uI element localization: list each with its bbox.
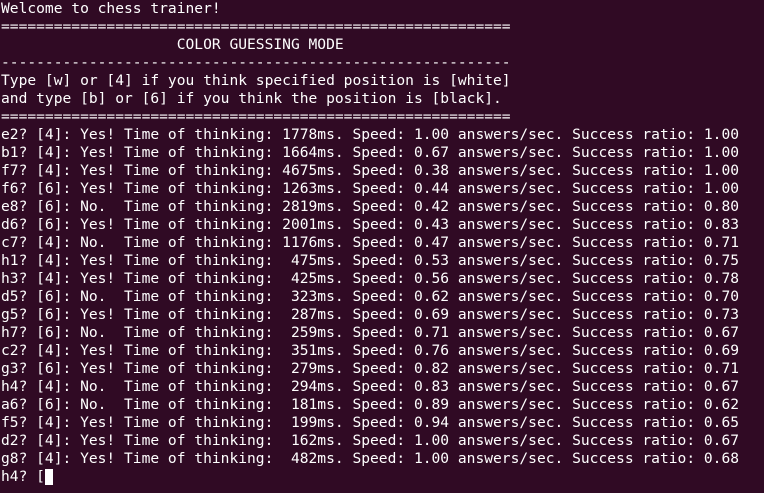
result-line: a6? [6]: No. Time of thinking: 181ms. Sp… [1,396,740,413]
result-line: c2? [4]: Yes! Time of thinking: 351ms. S… [1,342,740,359]
result-line: f5? [4]: Yes! Time of thinking: 199ms. S… [1,414,740,431]
result-line: f7? [4]: Yes! Time of thinking: 4675ms. … [1,162,740,179]
result-line: g5? [6]: Yes! Time of thinking: 287ms. S… [1,306,740,323]
result-line: d2? [4]: Yes! Time of thinking: 162ms. S… [1,432,740,449]
terminal-window[interactable]: Welcome to chess trainer! ==============… [0,0,764,493]
result-line: h1? [4]: Yes! Time of thinking: 475ms. S… [1,252,740,269]
result-line: f6? [6]: Yes! Time of thinking: 1263ms. … [1,180,740,197]
mode-title: COLOR GUESSING MODE [1,36,344,53]
separator-top: ========================================… [1,18,511,35]
instruction-white: Type [w] or [4] if you think specified p… [1,72,511,89]
result-line: e8? [6]: No. Time of thinking: 2819ms. S… [1,198,740,215]
input-prompt-line[interactable]: h4? [ [1,468,764,486]
separator-dashes: ----------------------------------------… [1,54,511,71]
result-line: d5? [6]: No. Time of thinking: 323ms. Sp… [1,288,740,305]
result-line: e2? [4]: Yes! Time of thinking: 1778ms. … [1,126,740,143]
result-line: g8? [4]: Yes! Time of thinking: 482ms. S… [1,450,740,467]
result-line: b1? [4]: Yes! Time of thinking: 1664ms. … [1,144,740,161]
result-line: c7? [4]: No. Time of thinking: 1176ms. S… [1,234,740,251]
prompt-text: h4? [ [1,468,45,485]
result-line: h4? [4]: No. Time of thinking: 294ms. Sp… [1,378,740,395]
welcome-message: Welcome to chess trainer! [1,0,221,17]
instruction-black: and type [b] or [6] if you think the pos… [1,90,502,107]
separator-bottom: ========================================… [1,108,511,125]
result-line: h7? [6]: No. Time of thinking: 259ms. Sp… [1,324,740,341]
result-line: h3? [4]: Yes! Time of thinking: 425ms. S… [1,270,740,287]
block-cursor-icon[interactable] [44,469,53,485]
result-line: g3? [6]: Yes! Time of thinking: 279ms. S… [1,360,740,377]
result-line: d6? [6]: Yes! Time of thinking: 2001ms. … [1,216,740,233]
